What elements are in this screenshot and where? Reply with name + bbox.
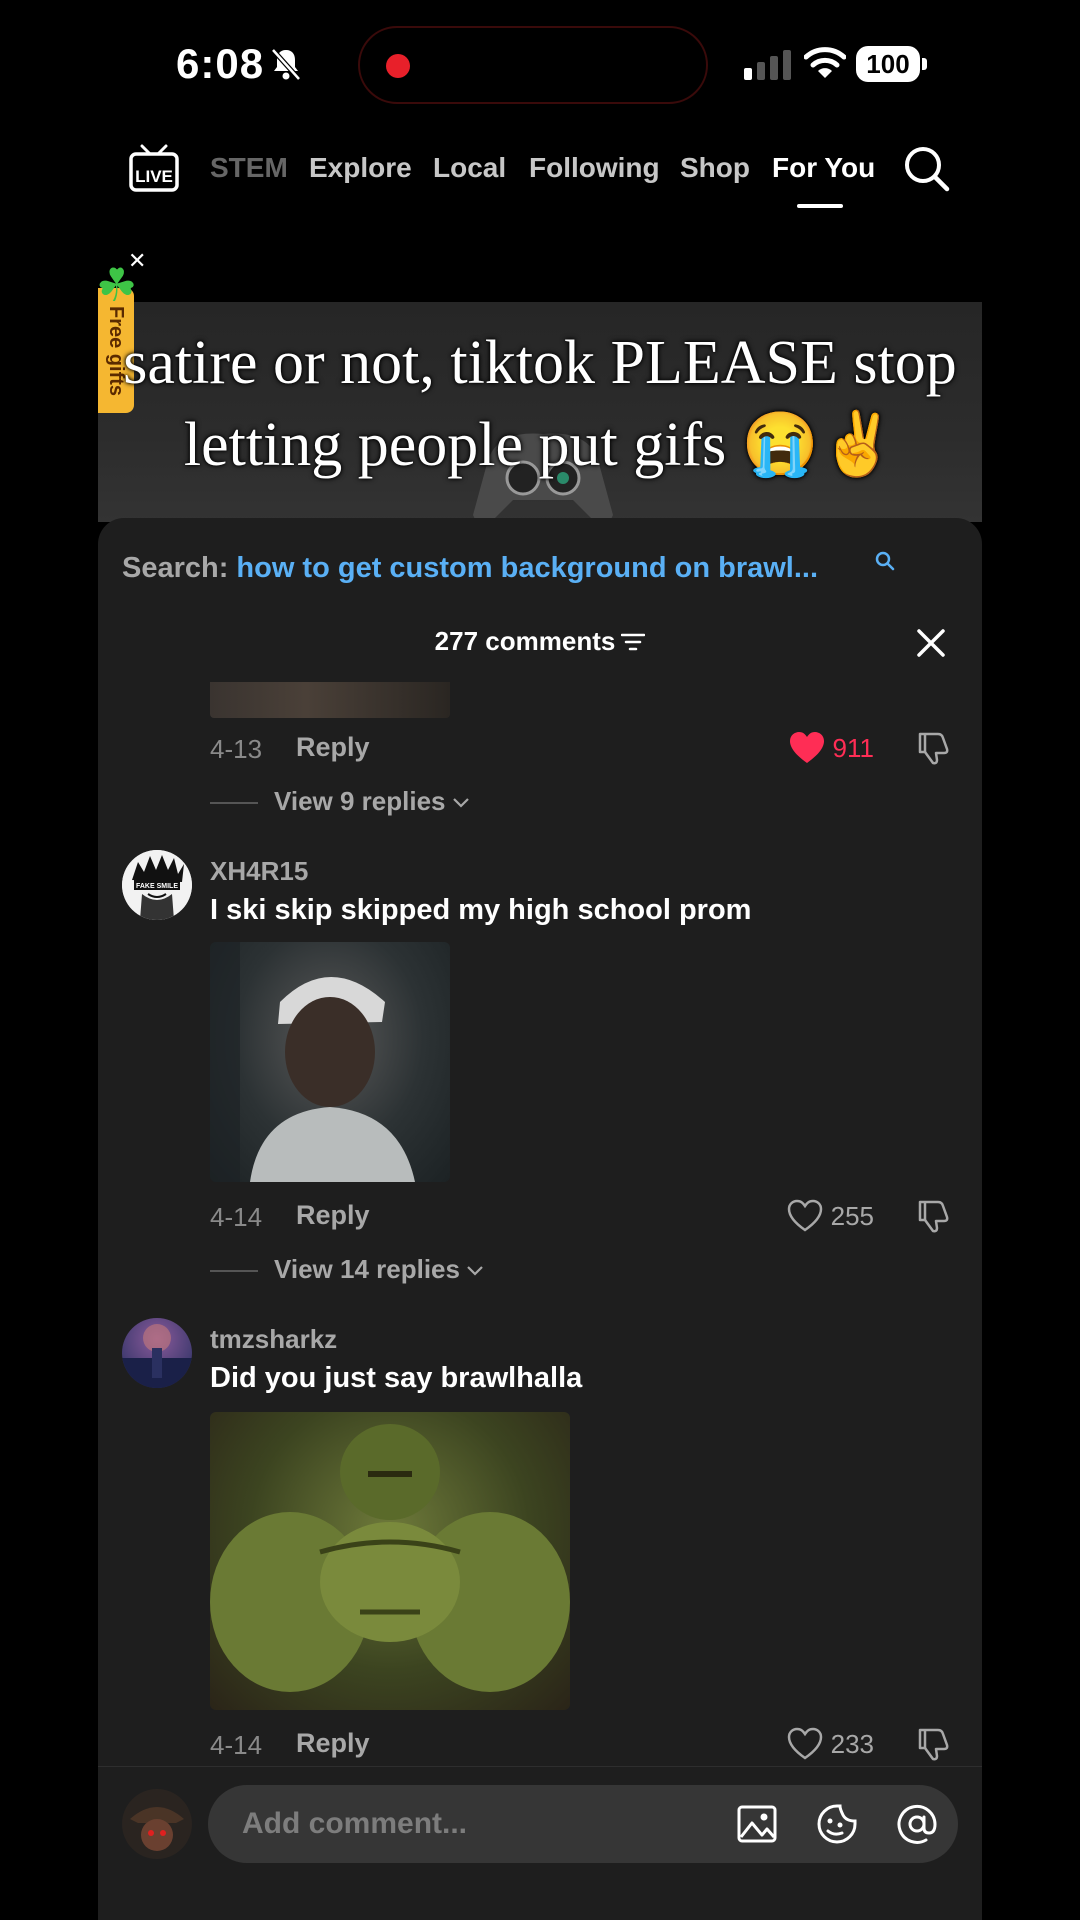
heart-outline-icon (787, 1199, 822, 1232)
search-icon[interactable] (902, 144, 950, 192)
tab-following[interactable]: Following (529, 152, 660, 184)
tab-shop[interactable]: Shop (680, 152, 750, 184)
like-count: 233 (830, 1728, 874, 1759)
comment-gif-cutoff[interactable] (210, 682, 450, 718)
top-nav: LIVE STEM Explore Local Following Shop F… (0, 138, 1080, 218)
avatar-image: FAKE SMILE (122, 850, 192, 920)
recording-dot (386, 54, 410, 78)
close-icon[interactable] (916, 628, 946, 658)
comment-meta-row: 4-14 Reply 255 (210, 1198, 950, 1238)
comment-input-bar: Add comment... (98, 1766, 982, 1920)
avatar-text: FAKE SMILE (136, 883, 178, 890)
view-replies-label: View 14 replies (274, 1254, 460, 1284)
gif-hulk-image (210, 1424, 570, 1692)
chevron-down-icon (452, 798, 469, 808)
reply-button[interactable]: Reply (296, 1200, 370, 1231)
sticker-emoji-icon[interactable] (816, 1803, 858, 1845)
avatar-image (122, 1324, 192, 1388)
video-caption: satire or not, tiktok PLEASE stop lettin… (123, 329, 957, 479)
replies-divider (210, 802, 258, 805)
comment-text: I ski skip skipped my high school prom (210, 894, 752, 926)
like-button[interactable]: 233 (787, 1726, 874, 1762)
filter-icon[interactable] (621, 632, 646, 652)
view-replies-button[interactable]: View 14 replies (210, 1254, 484, 1285)
heart-filled-icon (789, 732, 824, 763)
gift-close-icon[interactable]: ✕ (128, 248, 146, 274)
tab-for-you[interactable]: For You (772, 152, 875, 184)
comment-meta-row: 4-14 Reply 233 (210, 1726, 950, 1766)
chevron-down-icon (467, 1266, 483, 1276)
like-button[interactable]: 911 (789, 730, 874, 766)
user-avatar[interactable] (122, 1789, 192, 1859)
image-icon[interactable] (736, 1803, 778, 1845)
dislike-icon[interactable] (914, 730, 950, 766)
like-count: 911 (832, 732, 874, 763)
comment-date: 4-14 (210, 1730, 263, 1760)
status-bar: 6:08 100 (0, 0, 1080, 130)
wifi-icon (804, 47, 846, 78)
search-query-link[interactable]: how to get custom background on brawl... (236, 552, 818, 584)
status-time: 6:08 (176, 40, 265, 87)
tab-local[interactable]: Local (433, 152, 506, 184)
bell-slash-icon (271, 48, 301, 81)
tab-explore[interactable]: Explore (309, 152, 412, 184)
view-replies-label: View 9 replies (274, 786, 446, 816)
dynamic-island (358, 26, 708, 104)
comment-username[interactable]: XH4R15 (210, 856, 308, 887)
like-count: 255 (830, 1200, 874, 1231)
battery-icon: 100 (856, 46, 927, 82)
reply-button[interactable]: Reply (296, 1728, 370, 1759)
comments-count: 277 comments (434, 626, 616, 656)
comments-count-header[interactable]: 277 comments (98, 626, 982, 657)
active-tab-indicator (797, 204, 843, 208)
comment-input[interactable]: Add comment... (208, 1785, 958, 1863)
live-icon[interactable]: LIVE (128, 144, 180, 194)
cellular-signal-icon (744, 50, 791, 80)
comments-panel: Search: how to get custom background on b… (98, 518, 982, 1920)
heart-outline-icon (787, 1727, 822, 1760)
live-label: LIVE (135, 167, 173, 186)
comment-meta-row: 4-13 Reply 911 (210, 730, 950, 770)
comment-date: 4-13 (210, 734, 263, 764)
dislike-icon[interactable] (914, 1198, 950, 1234)
avatar[interactable]: FAKE SMILE (122, 850, 192, 920)
reply-button[interactable]: Reply (296, 732, 370, 763)
comment-text: Did you just say brawlhalla (210, 1362, 583, 1394)
gif-person-image (210, 942, 415, 1182)
replies-divider (210, 1270, 258, 1273)
search-prefix: Search: (122, 552, 229, 584)
comment-date: 4-14 (210, 1202, 263, 1232)
comment-gif[interactable] (210, 1412, 570, 1710)
view-replies-button[interactable]: View 9 replies (210, 786, 470, 817)
comment-input-placeholder: Add comment... (242, 1807, 468, 1840)
mention-icon[interactable] (896, 1803, 938, 1845)
like-button[interactable]: 255 (787, 1198, 874, 1234)
related-search[interactable]: Search: how to get custom background on b… (122, 552, 818, 585)
avatar[interactable] (122, 1318, 192, 1388)
tab-stem[interactable]: STEM (210, 152, 288, 184)
user-avatar-image (122, 1789, 192, 1859)
comment-username[interactable]: tmzsharkz (210, 1324, 337, 1355)
dislike-icon[interactable] (914, 1726, 950, 1762)
search-small-icon[interactable] (874, 550, 896, 572)
comment-gif[interactable] (210, 942, 450, 1182)
